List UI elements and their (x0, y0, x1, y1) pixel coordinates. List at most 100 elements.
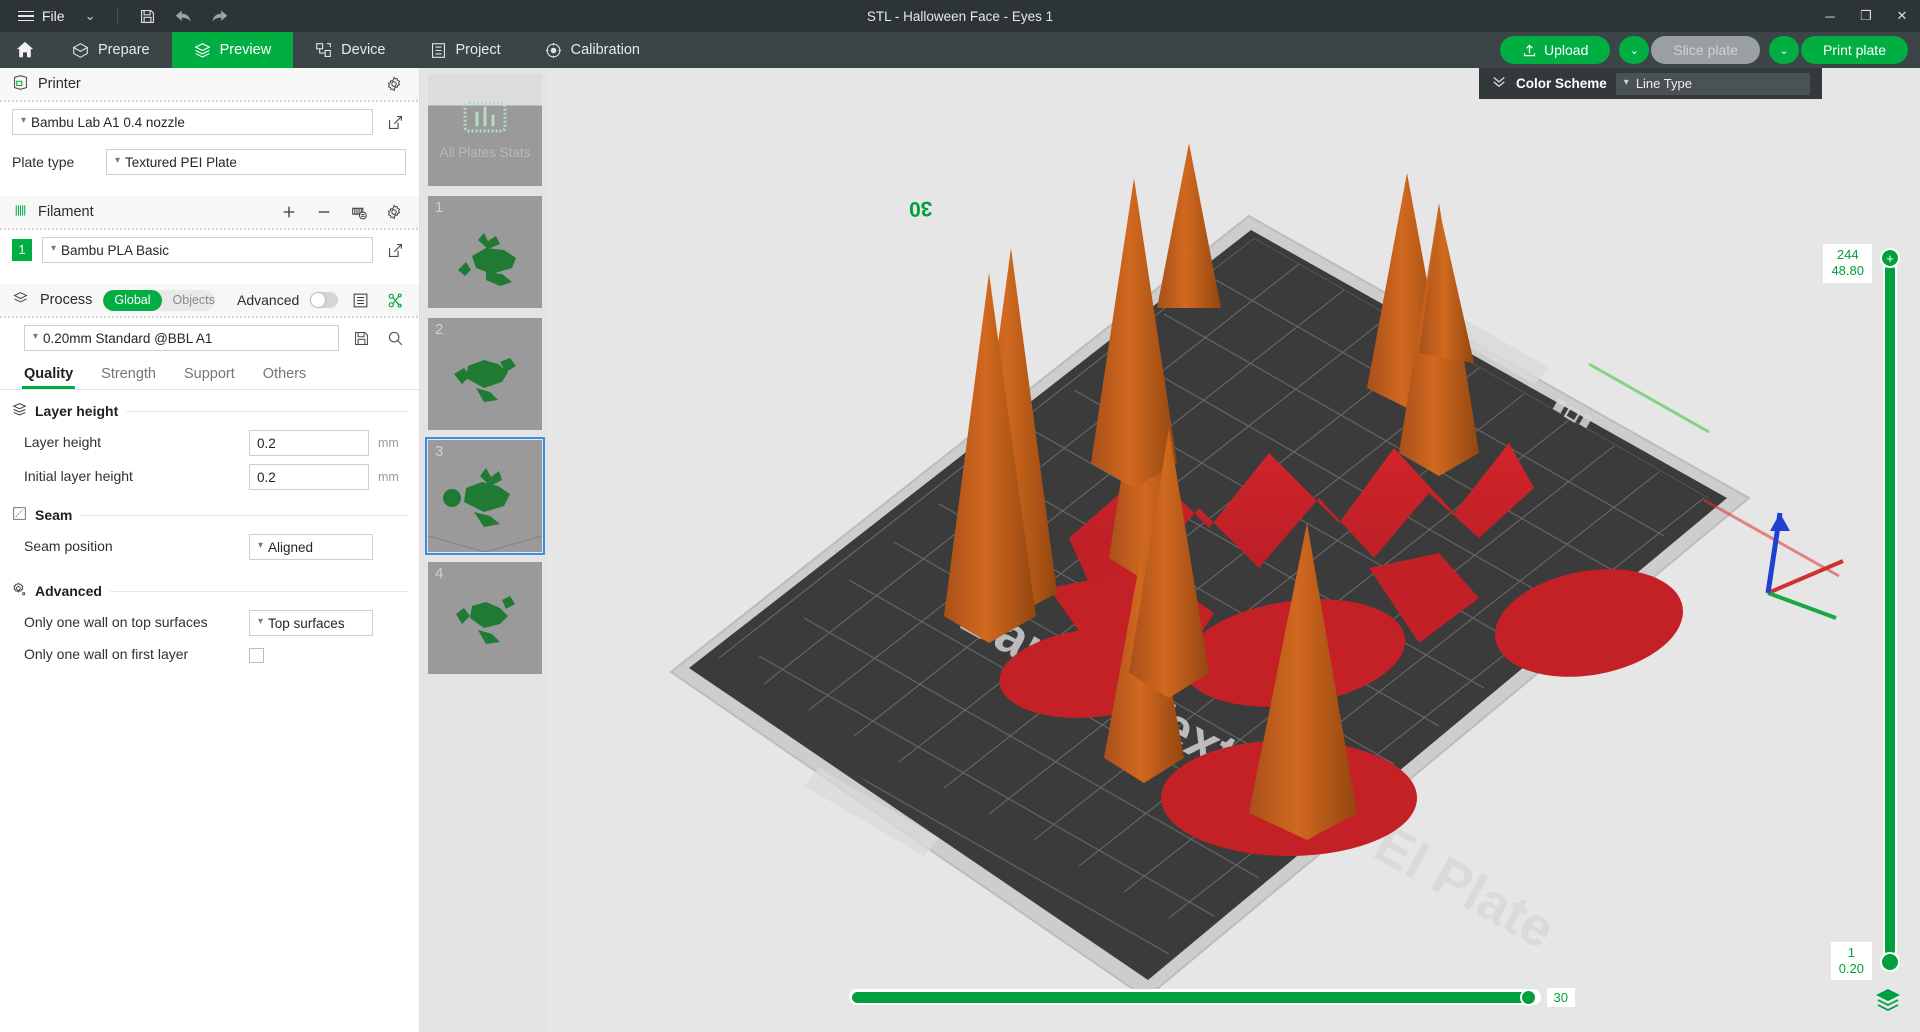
list-view-icon[interactable] (349, 288, 373, 312)
seam-position-combo[interactable]: ▾ Aligned (249, 534, 373, 560)
plate-thumb-all-stats-label: All Plates Stats (440, 145, 531, 161)
home-icon[interactable] (0, 32, 50, 68)
moves-slider[interactable]: 30 (849, 986, 1575, 1008)
slice-dropdown-button[interactable]: ⌄ (1619, 36, 1649, 64)
stats-icon (463, 99, 507, 143)
layer-slider-bottom-height: 0.20 (1839, 961, 1864, 977)
filament-edit-icon[interactable] (383, 238, 407, 262)
setting-label-initial-layer-height: Initial layer height (24, 468, 249, 486)
printer-edit-icon[interactable] (383, 110, 407, 134)
layer-slider-top-knob[interactable]: + (1880, 248, 1900, 268)
layer-slider-bottom-tag: 1 0.20 (1831, 942, 1872, 981)
layer-slider-track[interactable] (1883, 262, 1897, 958)
color-scheme-combo[interactable]: ▾ Line Type (1616, 73, 1810, 95)
process-scope-toggle[interactable]: Global Objects (103, 290, 215, 311)
filament-icon (12, 202, 29, 222)
nav-tab-prepare[interactable]: Prepare (50, 32, 172, 68)
chevron-down-icon: ▾ (115, 156, 120, 166)
search-icon[interactable] (383, 326, 407, 350)
upload-label: Upload (1544, 42, 1588, 58)
plate-thumb-2-preview (428, 318, 542, 430)
layers-stack-icon[interactable] (1874, 986, 1902, 1014)
print-plate-button[interactable]: Print plate (1801, 36, 1908, 64)
maximize-button[interactable]: ❐ (1848, 0, 1884, 32)
printer-model-value: Bambu Lab A1 0.4 nozzle (31, 115, 185, 130)
setting-label-only-one-wall-top: Only one wall on top surfaces (24, 614, 249, 632)
undo-icon[interactable] (166, 3, 200, 29)
save-icon[interactable] (130, 3, 164, 29)
scope-objects-pill[interactable]: Objects (162, 290, 215, 311)
list-icon (430, 42, 447, 59)
setting-label-layer-height: Layer height (24, 434, 249, 452)
filament-add-button[interactable] (276, 200, 302, 224)
save-preset-icon[interactable] (349, 326, 373, 350)
chevron-down-icon: ▾ (258, 617, 263, 627)
build-plate-render: Bambu Textured PEI Plate (549, 68, 1920, 1032)
chevron-down-icon: ▾ (51, 244, 56, 254)
plate-thumb-1[interactable]: 1 (428, 196, 542, 308)
file-menu-button[interactable]: File (10, 3, 73, 29)
filament-settings-gear-icon[interactable] (381, 200, 407, 224)
file-menu-label: File (42, 8, 65, 24)
compare-presets-icon[interactable] (383, 288, 407, 312)
process-preset-value: 0.20mm Standard @BBL A1 (43, 331, 212, 346)
setting-row-only-one-wall-top: Only one wall on top surfaces ▾ Top surf… (0, 606, 419, 640)
filament-slot-badge[interactable]: 1 (12, 239, 32, 261)
group-title-seam: Seam (35, 507, 72, 523)
layer-slider-top-tag: 244 48.80 (1823, 244, 1872, 283)
group-title-advanced: Advanced (35, 583, 102, 599)
layer-slider[interactable]: 244 48.80 + 1 0.20 (1882, 248, 1898, 972)
layer-slider-bottom-layer: 1 (1839, 945, 1864, 961)
moves-slider-knob[interactable] (1520, 989, 1537, 1006)
print-dropdown-button[interactable]: ⌄ (1769, 36, 1799, 64)
upload-button[interactable]: Upload (1500, 36, 1610, 64)
printer-settings-gear-icon[interactable] (381, 72, 407, 96)
initial-layer-height-input[interactable]: 0.2 (249, 464, 369, 490)
advanced-mode-toggle[interactable] (310, 292, 337, 308)
3d-viewport[interactable]: Bambu Textured PEI Plate (549, 68, 1920, 1032)
filament-remove-button[interactable] (311, 200, 337, 224)
plate-thumb-4-preview (428, 562, 542, 674)
nav-tab-preview[interactable]: Preview (172, 32, 294, 68)
tab-quality[interactable]: Quality (10, 358, 87, 389)
plate-thumb-all-stats[interactable]: All Plates Stats (428, 74, 542, 186)
group-header-layer-height: Layer height (0, 390, 419, 426)
printer-model-row: ▾ Bambu Lab A1 0.4 nozzle (0, 102, 419, 142)
redo-icon[interactable] (202, 3, 236, 29)
minimize-button[interactable]: ─ (1812, 0, 1848, 32)
chevron-double-down-icon[interactable] (1491, 74, 1507, 93)
tab-others[interactable]: Others (249, 358, 321, 389)
nav-tab-project[interactable]: Project (408, 32, 523, 68)
title-bar: File ⌄ STL - Halloween Face - Eyes 1 (0, 0, 1920, 32)
moves-slider-track[interactable] (849, 989, 1541, 1005)
nav-tab-device[interactable]: Device (293, 32, 407, 68)
process-tabs: Quality Strength Support Others (0, 358, 419, 390)
scope-global-pill[interactable]: Global (103, 290, 161, 311)
target-icon (545, 42, 562, 59)
plate-thumb-3[interactable]: 3 (428, 440, 542, 552)
nav-tab-calibration[interactable]: Calibration (523, 32, 662, 68)
slice-plate-button[interactable]: Slice plate (1651, 36, 1760, 64)
layer-slider-bottom-knob[interactable] (1880, 952, 1900, 972)
filament-combo[interactable]: ▾ Bambu PLA Basic (42, 237, 373, 263)
process-preset-combo[interactable]: ▾ 0.20mm Standard @BBL A1 (24, 325, 339, 351)
tab-support[interactable]: Support (170, 358, 249, 389)
layer-height-input[interactable]: 0.2 (249, 430, 369, 456)
printer-model-combo[interactable]: ▾ Bambu Lab A1 0.4 nozzle (12, 109, 373, 135)
process-section-title: Process (40, 292, 92, 308)
toolbar-divider (117, 7, 118, 25)
plate-type-combo[interactable]: ▾ Textured PEI Plate (106, 149, 406, 175)
ams-sync-icon[interactable] (346, 200, 372, 224)
plate-thumb-4[interactable]: 4 (428, 562, 542, 674)
axis-gizmo (1748, 483, 1848, 633)
chevron-down-icon[interactable]: ⌄ (75, 8, 106, 24)
only-one-wall-top-combo[interactable]: ▾ Top surfaces (249, 610, 373, 636)
seam-position-value: Aligned (268, 540, 313, 555)
tab-strength[interactable]: Strength (87, 358, 170, 389)
close-button[interactable]: ✕ (1884, 0, 1920, 32)
printer-section-header: Printer (0, 68, 419, 100)
only-one-wall-first-layer-checkbox[interactable] (249, 648, 264, 663)
plate-thumb-2[interactable]: 2 (428, 318, 542, 430)
group-header-advanced: Advanced (0, 564, 419, 606)
setting-label-seam-position: Seam position (24, 538, 249, 556)
